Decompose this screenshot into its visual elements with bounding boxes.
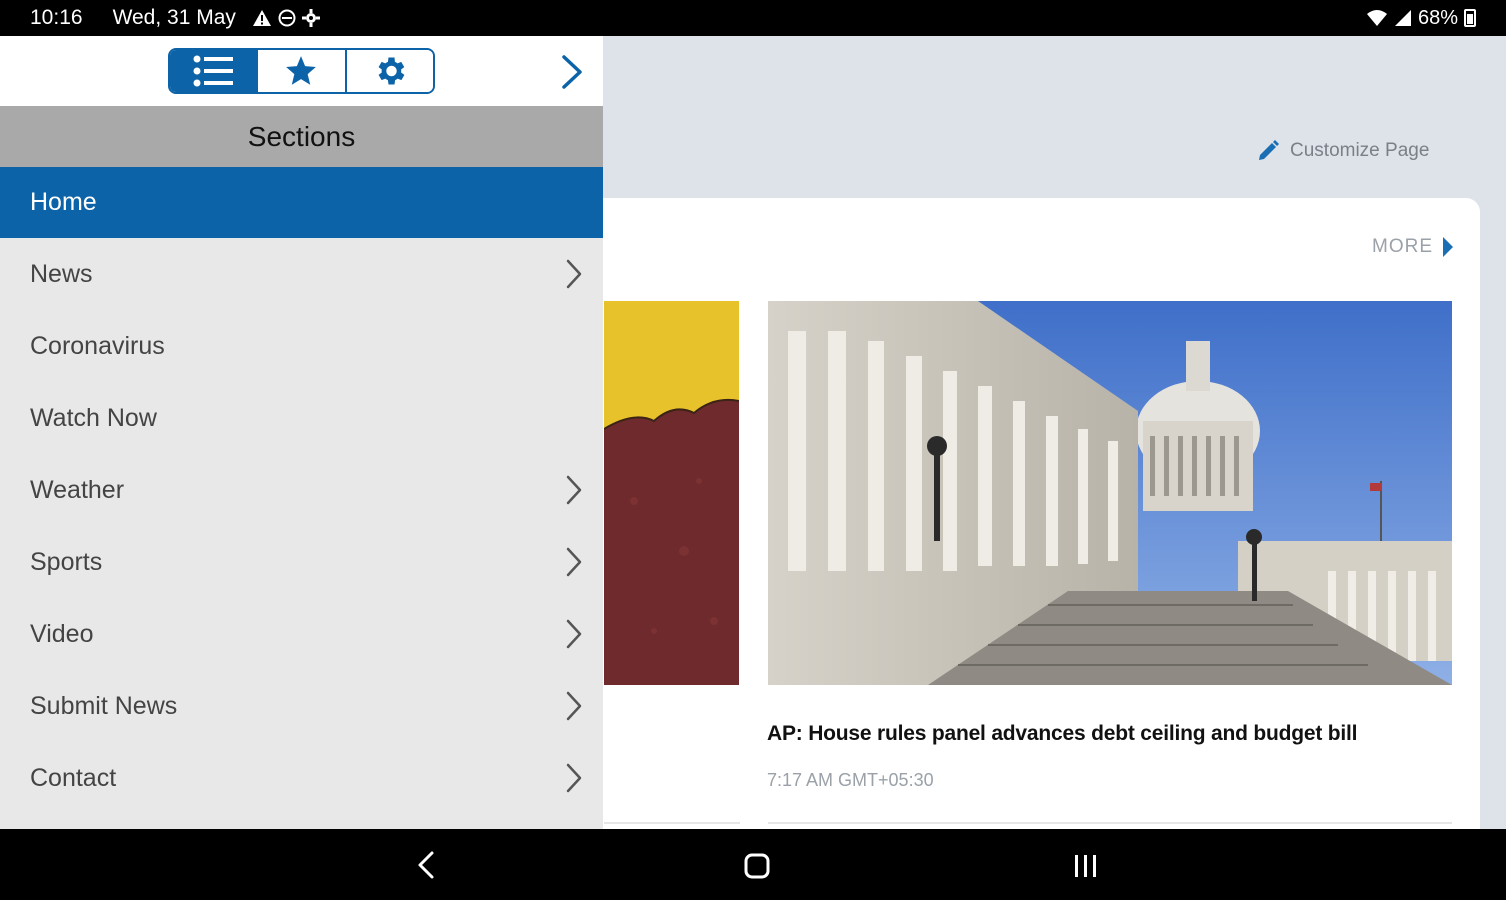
nav-item-label: Contact xyxy=(30,763,117,792)
nav-item-submit-news[interactable]: Submit News xyxy=(0,670,603,742)
status-bar: 10:16 Wed, 31 May 68% xyxy=(0,0,1506,36)
caret-right-icon xyxy=(1443,237,1453,257)
sections-list: Home News Coronavirus Watch Now Weather Sport… xyxy=(0,167,603,814)
nav-item-weather[interactable]: Weather xyxy=(0,454,603,526)
story-timestamp: 7:17 AM GMT+05:30 xyxy=(767,770,934,790)
nav-item-label: Home xyxy=(30,188,97,216)
favorites-tab[interactable] xyxy=(258,50,347,92)
do-not-disturb-icon xyxy=(278,9,296,27)
chevron-right-icon xyxy=(566,619,582,649)
wifi-icon xyxy=(1366,10,1387,26)
nav-item-contact[interactable]: Contact xyxy=(0,742,603,814)
chevron-right-icon xyxy=(566,259,582,289)
system-nav-bar xyxy=(0,829,1506,900)
sections-header: Sections xyxy=(0,106,603,167)
story-image-capitol[interactable] xyxy=(768,301,1452,685)
nav-item-video[interactable]: Video xyxy=(0,598,603,670)
nav-item-label: Coronavirus xyxy=(30,331,165,360)
signal-icon xyxy=(1394,10,1411,26)
nav-item-label: Weather xyxy=(30,475,125,504)
settings-gear-icon xyxy=(301,9,320,27)
star-icon xyxy=(286,56,317,85)
status-time: 10:16 xyxy=(30,6,83,29)
drawer-toolbar xyxy=(0,36,603,106)
nav-item-home[interactable]: Home xyxy=(0,167,603,238)
nav-item-sports[interactable]: Sports xyxy=(0,526,603,598)
list-icon xyxy=(193,55,234,87)
customize-page-button[interactable]: Customize Page xyxy=(1256,139,1429,163)
story-image-partial[interactable] xyxy=(604,301,739,685)
divider xyxy=(768,822,1452,824)
chevron-right-icon xyxy=(566,691,582,721)
chevron-right-icon[interactable] xyxy=(556,54,586,90)
chevron-right-icon xyxy=(566,763,582,793)
pencil-icon xyxy=(1259,140,1279,160)
nav-item-label: Video xyxy=(30,619,94,648)
warning-icon xyxy=(252,10,271,26)
customize-page-label: Customize Page xyxy=(1290,140,1430,161)
chevron-right-icon xyxy=(566,547,582,577)
nav-item-label: Watch Now xyxy=(30,403,157,432)
recents-icon[interactable] xyxy=(1072,849,1100,881)
status-date: Wed, 31 May xyxy=(112,6,236,29)
sections-tab[interactable] xyxy=(170,50,259,92)
nav-item-label: Submit News xyxy=(30,691,178,720)
story-headline[interactable]: AP: House rules panel advances debt ceil… xyxy=(767,722,1358,746)
navigation-drawer: Sections Home News Coronavirus Watch Now Wea… xyxy=(0,36,603,829)
nav-item-label: News xyxy=(30,259,93,288)
nav-item-label: Sports xyxy=(30,547,103,576)
divider xyxy=(604,822,740,824)
gear-icon xyxy=(378,57,405,85)
nav-item-watch-now[interactable]: Watch Now xyxy=(0,382,603,454)
battery-percent: 68% xyxy=(1417,6,1458,29)
more-link[interactable]: MORE xyxy=(1372,236,1453,258)
battery-icon xyxy=(1464,9,1476,27)
back-icon[interactable] xyxy=(414,849,438,881)
chevron-right-icon xyxy=(566,475,582,505)
home-icon[interactable] xyxy=(743,849,771,881)
drawer-tab-switcher xyxy=(168,48,435,94)
more-label: MORE xyxy=(1372,236,1433,257)
nav-item-coronavirus[interactable]: Coronavirus xyxy=(0,310,603,382)
settings-tab[interactable] xyxy=(346,50,433,92)
nav-item-news[interactable]: News xyxy=(0,238,603,310)
